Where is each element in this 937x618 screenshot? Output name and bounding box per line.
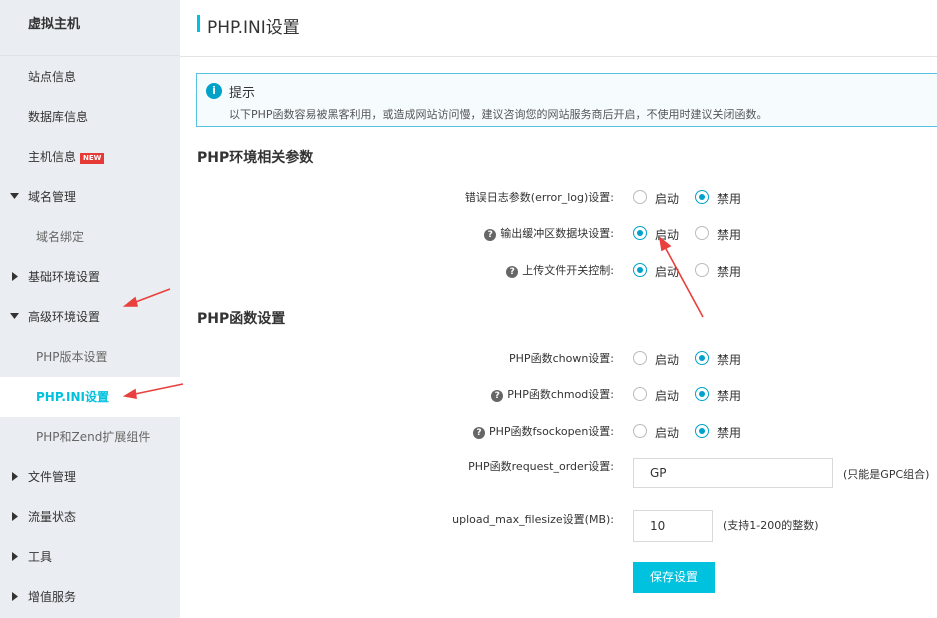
sidebar-item-host-info[interactable]: 主机信息 NEW <box>0 137 180 177</box>
file-upload-enable-radio[interactable] <box>633 263 647 277</box>
help-icon[interactable]: ? <box>472 427 485 439</box>
sidebar-item-label: 高级环境设置 <box>28 310 101 324</box>
file-upload-label: ? 上传文件开关控制: <box>506 262 614 278</box>
sidebar-item-label: 文件管理 <box>28 470 77 484</box>
upload-max-label: upload_max_filesize设置(MB): <box>452 513 614 526</box>
chmod-disable-radio[interactable] <box>695 387 709 401</box>
chown-disable-radio[interactable] <box>695 351 709 365</box>
sidebar-item-label: PHP和Zend扩展组件 <box>36 430 151 444</box>
radio-label: 禁用 <box>717 192 742 206</box>
sidebar: 虚拟主机 站点信息 数据库信息 主机信息 NEW 域名管理 域名绑定 基础环境设置… <box>0 0 180 618</box>
fsockopen-label: ? PHP函数fsockopen设置: <box>472 423 614 439</box>
radio-label: 禁用 <box>717 426 742 440</box>
sidebar-item-label: 流量状态 <box>28 510 77 524</box>
tip-box: i 提示 以下PHP函数容易被黑客利用，或造成网站访问慢，建议咨询您的网站服务商… <box>196 73 937 127</box>
sidebar-item-php-zend-extensions[interactable]: PHP和Zend扩展组件 <box>0 417 180 457</box>
page-title: PHP.INI设置 <box>207 18 300 38</box>
tip-text: 以下PHP函数容易被黑客利用，或造成网站访问慢，建议咨询您的网站服务商后开启，不… <box>229 108 768 121</box>
new-badge: NEW <box>80 153 105 164</box>
radio-label: 禁用 <box>717 389 742 403</box>
sidebar-item-label: 域名管理 <box>28 190 77 204</box>
request-order-hint: (只能是GPC组合) <box>843 468 930 481</box>
sidebar-item-php-version[interactable]: PHP版本设置 <box>0 337 180 377</box>
error-log-disable-radio[interactable] <box>695 190 709 204</box>
sidebar-item-label: 域名绑定 <box>36 230 85 244</box>
radio-label: 启动 <box>655 265 680 279</box>
file-upload-disable-radio[interactable] <box>695 263 709 277</box>
help-icon[interactable]: ? <box>506 266 519 278</box>
caret-right-icon <box>10 457 18 497</box>
radio-label: 启动 <box>655 228 680 242</box>
sidebar-item-value-added[interactable]: 增值服务 <box>0 577 180 617</box>
radio-label: 禁用 <box>717 228 742 242</box>
sidebar-item-file-management[interactable]: 文件管理 <box>0 457 180 497</box>
annotation-arrow-line <box>664 246 704 318</box>
error-log-label: 错误日志参数(error_log)设置: <box>464 191 614 204</box>
fsockopen-enable-radio[interactable] <box>633 424 647 438</box>
output-buffer-enable-radio[interactable] <box>633 226 647 240</box>
caret-right-icon <box>10 257 18 297</box>
radio-label: 禁用 <box>717 265 742 279</box>
caret-right-icon <box>10 577 18 617</box>
chmod-enable-radio[interactable] <box>633 387 647 401</box>
error-log-enable-radio[interactable] <box>633 190 647 204</box>
caret-right-icon <box>10 497 18 537</box>
save-button[interactable]: 保存设置 <box>633 562 715 593</box>
radio-label: 启动 <box>655 353 680 367</box>
output-buffer-label: ? 输出缓冲区数据块设置: <box>484 225 614 241</box>
sidebar-item-advanced-env[interactable]: 高级环境设置 <box>0 297 180 337</box>
request-order-label: PHP函数request_order设置: <box>468 460 614 473</box>
caret-right-icon <box>10 537 18 577</box>
chmod-label: ? PHP函数chmod设置: <box>491 386 614 402</box>
sidebar-item-domain-management[interactable]: 域名管理 <box>0 177 180 217</box>
page-header: PHP.INI设置 <box>180 0 937 57</box>
sidebar-item-label: 增值服务 <box>28 590 77 604</box>
tip-title: 提示 <box>229 86 256 101</box>
sidebar-item-php-ini[interactable]: PHP.INI设置 <box>0 377 180 417</box>
sidebar-item-label: 工具 <box>28 550 53 564</box>
sidebar-item-label: PHP.INI设置 <box>36 390 109 404</box>
fsockopen-disable-radio[interactable] <box>695 424 709 438</box>
sidebar-item-database-info[interactable]: 数据库信息 <box>0 97 180 137</box>
func-section-title: PHP函数设置 <box>197 311 286 327</box>
radio-label: 启动 <box>655 192 680 206</box>
radio-label: 禁用 <box>717 353 742 367</box>
sidebar-item-label: 站点信息 <box>28 70 77 84</box>
request-order-input[interactable]: GP <box>633 458 833 488</box>
sidebar-divider <box>0 55 180 56</box>
sidebar-item-domain-binding[interactable]: 域名绑定 <box>0 217 180 257</box>
help-icon[interactable]: ? <box>484 229 497 241</box>
caret-down-icon <box>10 177 19 217</box>
info-icon: i <box>206 83 222 99</box>
env-section-title: PHP环境相关参数 <box>197 150 314 166</box>
sidebar-item-label: 主机信息 <box>28 150 77 164</box>
sidebar-title: 虚拟主机 <box>28 17 81 32</box>
sidebar-item-basic-env[interactable]: 基础环境设置 <box>0 257 180 297</box>
sidebar-item-label: PHP版本设置 <box>36 350 108 364</box>
upload-max-hint: (支持1-200的整数) <box>723 519 819 532</box>
output-buffer-disable-radio[interactable] <box>695 226 709 240</box>
upload-max-input[interactable]: 10 <box>633 510 713 542</box>
chown-label: PHP函数chown设置: <box>509 352 614 365</box>
sidebar-item-site-info[interactable]: 站点信息 <box>0 57 180 97</box>
sidebar-item-traffic-status[interactable]: 流量状态 <box>0 497 180 537</box>
radio-label: 启动 <box>655 389 680 403</box>
sidebar-item-label: 基础环境设置 <box>28 270 101 284</box>
sidebar-item-label: 数据库信息 <box>28 110 89 124</box>
radio-label: 启动 <box>655 426 680 440</box>
chown-enable-radio[interactable] <box>633 351 647 365</box>
title-accent-bar <box>197 15 200 32</box>
caret-down-icon <box>10 297 19 337</box>
help-icon[interactable]: ? <box>491 390 504 402</box>
sidebar-item-tools[interactable]: 工具 <box>0 537 180 577</box>
